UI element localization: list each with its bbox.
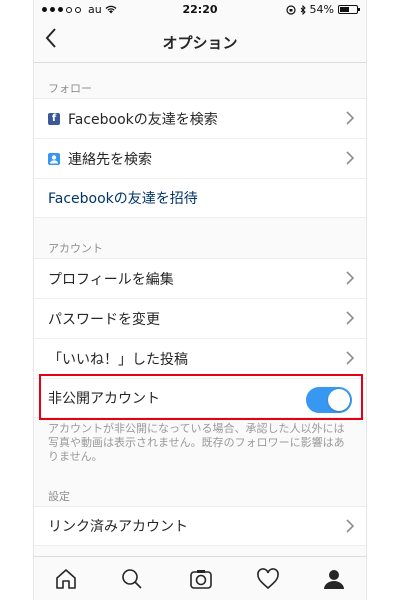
tab-bar (34, 556, 366, 600)
navigation-bar: オプション (34, 20, 366, 63)
heart-icon[interactable] (256, 567, 280, 591)
bluetooth-icon (300, 4, 306, 15)
battery-percent: 54% (309, 3, 334, 16)
chevron-right-icon (346, 310, 355, 329)
private-account-toggle[interactable] (306, 387, 352, 413)
battery-icon (338, 5, 360, 14)
find-contacts-label: 連絡先を検索 (68, 151, 152, 168)
linked-accounts-label: リンク済みアカウント (48, 519, 188, 535)
chevron-right-icon (346, 110, 355, 129)
section-header-account: アカウント (48, 242, 103, 255)
contact-card-icon (48, 152, 60, 165)
linked-accounts-row[interactable]: リンク済みアカウント (34, 506, 366, 546)
toggle-knob (328, 389, 350, 411)
home-icon[interactable] (54, 567, 78, 591)
private-account-note: アカウントが非公開になっている場合、承認した人以外には写真や動画は表示されません… (48, 422, 345, 463)
section-header-settings: 設定 (48, 490, 70, 503)
invite-facebook-friends-link[interactable]: Facebookの友達を招待 (48, 188, 198, 208)
rotation-lock-icon (285, 4, 296, 15)
search-icon[interactable] (120, 567, 144, 591)
change-password-row[interactable]: パスワードを変更 (34, 298, 366, 338)
liked-posts-label: 「いいね！」した投稿 (48, 351, 188, 368)
facebook-icon: f (48, 112, 60, 125)
chevron-right-icon (346, 150, 355, 169)
edit-profile-row[interactable]: プロフィールを編集 (34, 258, 366, 298)
find-facebook-friends-label: Facebookの友達を検索 (68, 111, 218, 128)
chevron-right-icon (346, 350, 355, 369)
invite-facebook-friends-row[interactable]: Facebookの友達を招待 (34, 178, 366, 218)
private-account-label: 非公開アカウント (48, 391, 160, 407)
find-contacts-row[interactable]: 連絡先を検索 (34, 138, 366, 178)
phone-screen: au 22:20 54% オプション フォロー f Facebookの友達を検索… (33, 0, 367, 600)
chevron-right-icon (346, 270, 355, 289)
page-title: オプション (162, 34, 238, 52)
chevron-right-icon (346, 518, 355, 537)
section-header-follow: フォロー (48, 82, 92, 95)
liked-posts-row[interactable]: 「いいね！」した投稿 (34, 338, 366, 378)
private-account-row: 非公開アカウント (34, 378, 366, 418)
find-facebook-friends-row[interactable]: f Facebookの友達を検索 (34, 98, 366, 138)
status-bar: au 22:20 54% (34, 0, 366, 20)
edit-profile-label: プロフィールを編集 (48, 271, 174, 288)
profile-icon[interactable] (322, 567, 346, 591)
camera-icon[interactable] (189, 567, 213, 591)
change-password-label: パスワードを変更 (48, 311, 160, 328)
